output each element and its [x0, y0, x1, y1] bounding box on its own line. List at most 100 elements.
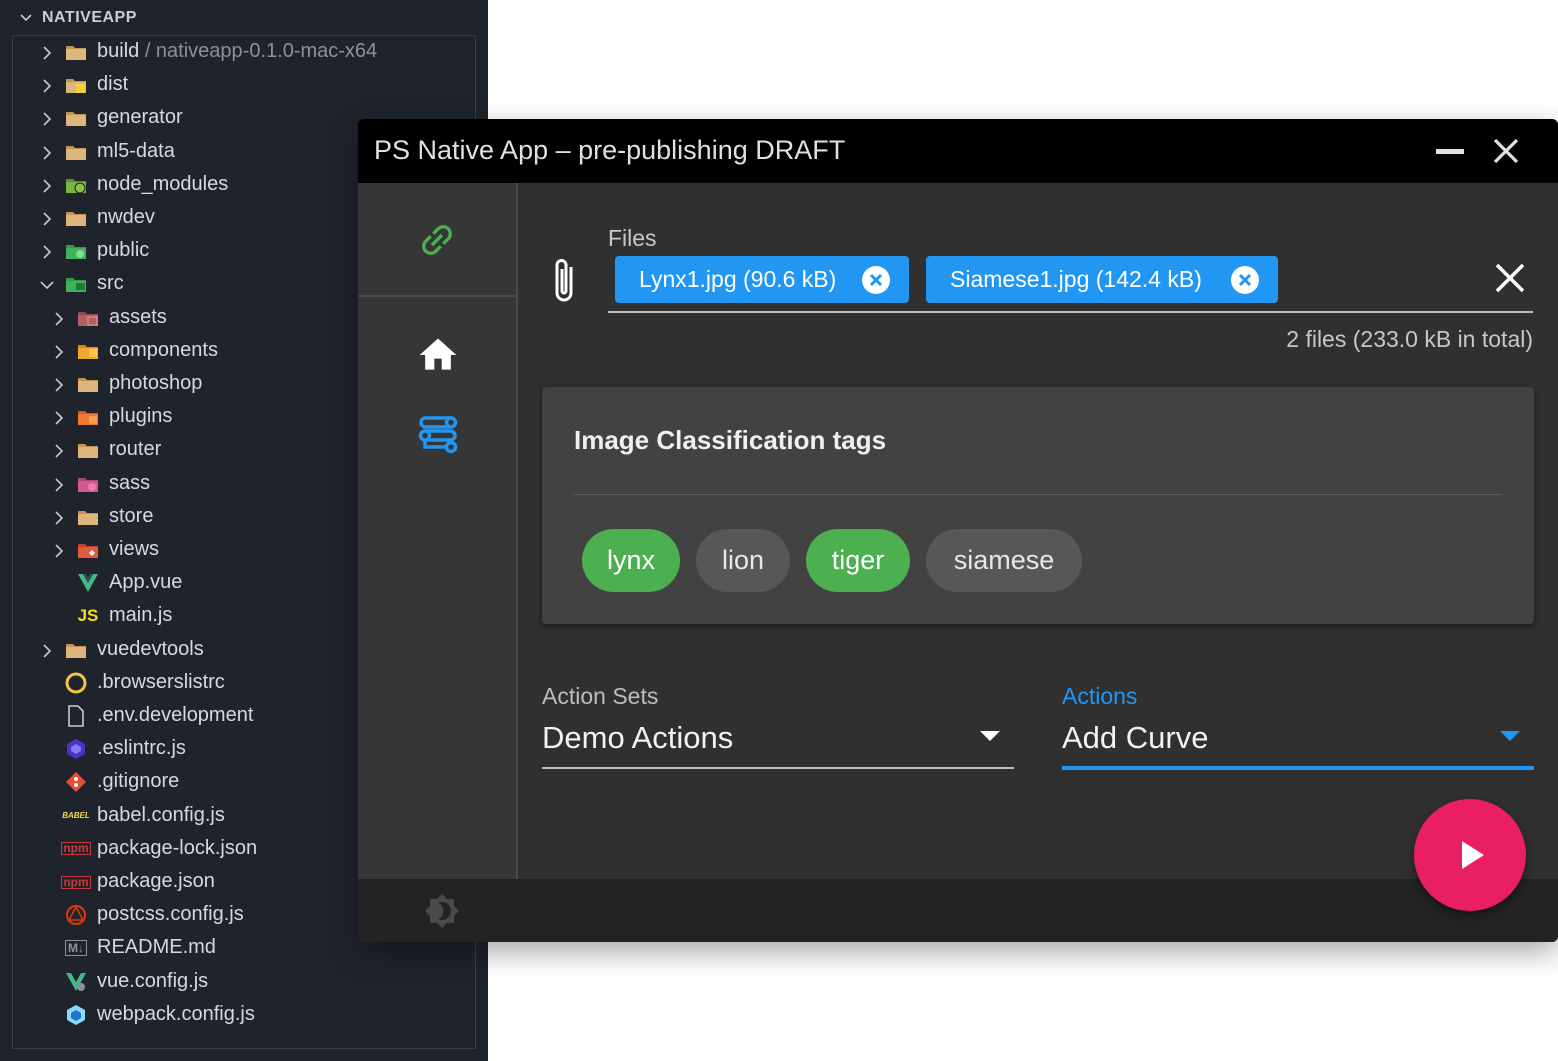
tree-item-dist[interactable]: dist: [0, 68, 474, 101]
folder-icon: [65, 141, 87, 163]
tree-item-name: assets: [109, 305, 167, 328]
navigation-rail: [358, 183, 518, 879]
tree-item-name: postcss.config.js: [97, 903, 244, 926]
tree-item-name: ml5-data: [97, 139, 175, 162]
explorer-root-label: NATIVEAPP: [42, 9, 137, 26]
tree-item-name: .env.development: [97, 704, 254, 726]
tree-item-label: README.md: [97, 936, 216, 959]
actions-value: Add Curve: [1062, 720, 1209, 755]
tree-item-name: store: [109, 504, 154, 527]
classification-tags-card: Image Classification tags lynx lion tige…: [542, 387, 1534, 624]
tree-item-label: main.js: [109, 604, 172, 627]
minimize-button[interactable]: [1432, 133, 1468, 169]
tree-item-label: postcss.config.js: [97, 903, 244, 926]
tree-item-label: router: [109, 438, 161, 461]
file-chip[interactable]: Lynx1.jpg (90.6 kB): [615, 256, 909, 303]
chevron-right-icon[interactable]: [51, 476, 67, 492]
chevron-right-icon[interactable]: [51, 509, 67, 525]
postcss-icon: [65, 904, 87, 926]
chevron-right-icon[interactable]: [51, 343, 67, 359]
tree-item-build[interactable]: build / nativeapp-0.1.0-mac-x64: [0, 35, 474, 68]
tree-item-webpack-config-js[interactable]: webpack.config.js: [0, 998, 474, 1031]
tag-chip[interactable]: tiger: [806, 529, 910, 592]
close-circle-icon: [1231, 266, 1259, 294]
explorer-root-header[interactable]: NATIVEAPP: [18, 8, 137, 28]
chevron-right-icon[interactable]: [39, 144, 55, 160]
attach-files-button[interactable]: [550, 255, 582, 310]
close-window-button[interactable]: [1488, 133, 1524, 169]
chevron-right-icon[interactable]: [51, 310, 67, 326]
card-divider: [574, 494, 1502, 495]
chevron-right-icon[interactable]: [39, 77, 55, 93]
chevron-right-icon[interactable]: [51, 442, 67, 458]
tree-item-name: App.vue: [109, 571, 183, 594]
title-bar[interactable]: PS Native App – pre-publishing DRAFT: [358, 119, 1558, 183]
tree-item-label: .eslintrc.js: [97, 737, 186, 760]
tree-item-name: nwdev: [97, 206, 155, 228]
home-icon: [419, 338, 457, 370]
tag-chip[interactable]: lion: [696, 529, 790, 592]
folder-icon: [77, 439, 99, 461]
window-title: PS Native App – pre-publishing DRAFT: [374, 135, 846, 165]
tree-item-vue-config-js[interactable]: vue.config.js: [0, 965, 474, 998]
remove-file-button[interactable]: [861, 265, 891, 295]
tree-item-name: src: [97, 272, 124, 295]
remove-file-button[interactable]: [1230, 265, 1260, 295]
tag-label: lion: [721, 545, 765, 575]
run-action-fab[interactable]: [1414, 799, 1526, 911]
tree-item-label: store: [109, 505, 153, 528]
folder-sass-icon: [77, 473, 99, 495]
chevron-right-icon[interactable]: [39, 44, 55, 60]
workflow-icon: [418, 416, 458, 454]
workflow-nav-button[interactable]: [416, 411, 460, 460]
folder-icon: [65, 41, 87, 63]
tree-item-name: vue.config.js: [97, 969, 209, 992]
tree-item-name: public: [97, 239, 150, 262]
tree-item-label: generator: [97, 106, 183, 129]
home-nav-button[interactable]: [416, 333, 460, 382]
tag-chip[interactable]: lynx: [582, 529, 680, 592]
chevron-right-icon[interactable]: [51, 542, 67, 558]
chevron-right-icon[interactable]: [39, 210, 55, 226]
tag-chip[interactable]: siamese: [926, 529, 1082, 592]
minimize-icon: [1436, 149, 1464, 154]
paperclip-icon: [555, 259, 573, 302]
chevron-right-icon[interactable]: [51, 376, 67, 392]
tree-item-label: sass: [109, 472, 150, 495]
nav-header: [358, 183, 516, 297]
file-chip[interactable]: Siamese1.jpg (142.4 kB): [926, 256, 1278, 303]
chevron-right-icon[interactable]: [39, 243, 55, 259]
tree-item-name: dist: [97, 73, 129, 96]
tree-item-label: plugins: [109, 405, 172, 428]
tree-item-name: babel.config.js: [97, 803, 225, 826]
files-field-underline: [608, 311, 1533, 313]
folder-node-icon: [65, 174, 87, 196]
action-sets-underline: [542, 767, 1014, 769]
folder-src-icon: [65, 273, 87, 295]
file-chip-label: Siamese1.jpg (142.4 kB): [950, 266, 1202, 292]
tree-item-label: vue.config.js: [97, 970, 208, 993]
actions-underline: [1062, 766, 1534, 770]
tree-item-name: views: [109, 538, 160, 560]
tree-item-label: views: [109, 538, 159, 561]
tree-item-label: dist: [97, 73, 128, 96]
clear-files-button[interactable]: [1493, 261, 1527, 295]
tree-item-label: .gitignore: [97, 770, 179, 793]
folder-public-icon: [65, 240, 87, 262]
tree-item-label: ml5-data: [97, 140, 175, 163]
link-nav-button[interactable]: [416, 219, 458, 266]
files-summary: 2 files (233.0 kB in total): [1286, 326, 1533, 352]
tree-item-name: plugins: [109, 405, 173, 428]
theme-toggle-button[interactable]: [424, 893, 460, 934]
actions-label: Actions: [1062, 683, 1138, 709]
chevron-right-icon[interactable]: [51, 409, 67, 425]
chevron-right-icon[interactable]: [39, 642, 55, 658]
chevron-right-icon[interactable]: [39, 177, 55, 193]
chevron-down-icon[interactable]: [39, 276, 55, 292]
tree-item-label: package-lock.json: [97, 837, 257, 860]
tree-item-label: public: [97, 239, 149, 262]
chevron-right-icon[interactable]: [39, 110, 55, 126]
tree-item-name: sass: [109, 471, 151, 494]
vue-file-icon: [77, 572, 99, 594]
tree-item-label: node_modules: [97, 173, 228, 196]
